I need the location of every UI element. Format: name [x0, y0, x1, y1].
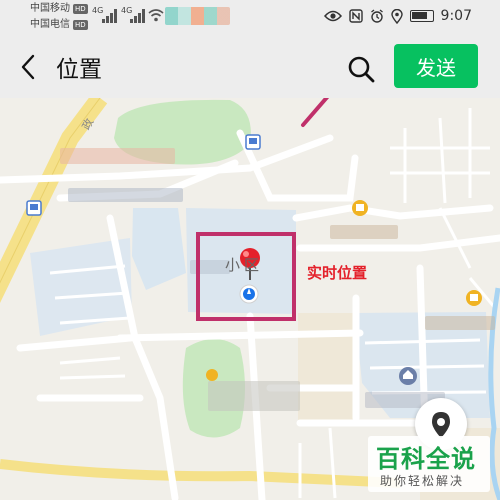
status-bar: 中国移动 HD 中国电信 HD 4G 4G 9:07 — [0, 0, 500, 36]
carrier-2: 中国电信 HD — [30, 19, 88, 31]
signal-icon — [102, 9, 117, 23]
area-label-2: 区 — [244, 256, 260, 274]
watermark-subtitle: 助你轻松解决 — [380, 474, 465, 488]
hd-badge: HD — [73, 4, 88, 14]
chevron-left-icon — [21, 54, 35, 80]
location-status-icon — [390, 8, 403, 24]
carrier-1: 中国移动 HD — [30, 3, 88, 15]
residential-area — [132, 208, 186, 290]
carrier-1-name: 中国移动 — [30, 3, 70, 14]
search-icon — [348, 56, 375, 83]
eye-icon — [323, 10, 342, 22]
poi-icon-2 — [466, 290, 482, 306]
back-button[interactable] — [14, 50, 44, 84]
alarm-icon — [370, 9, 383, 23]
area-label-1: 小 — [225, 256, 241, 274]
nfc-icon — [348, 9, 363, 23]
nav-bar: 位置 发送 — [0, 36, 500, 98]
carrier-2-name: 中国电信 — [30, 19, 70, 30]
area-label: 小区 — [225, 254, 259, 275]
watermark: 百科全说 助你轻松解决 — [368, 436, 490, 492]
main-road-2 — [0, 459, 401, 488]
clock: 9:07 — [440, 8, 472, 24]
blurred-status-icons — [165, 7, 230, 25]
poi-icon-3 — [206, 369, 218, 381]
bus-stop-icon — [245, 134, 261, 150]
watermark-title: 百科全说 — [376, 445, 476, 473]
block — [298, 313, 356, 423]
poi-icon — [352, 200, 368, 216]
current-location-icon — [239, 284, 259, 304]
search-button[interactable] — [344, 52, 378, 86]
battery-icon — [409, 10, 434, 22]
status-right: 9:07 — [323, 8, 472, 24]
home-poi-icon — [399, 367, 417, 385]
annotation-arrow — [301, 98, 330, 127]
bus-stop-icon-2 — [26, 200, 42, 216]
signal-icon-2 — [130, 9, 145, 23]
realtime-location-label: 实时位置 — [307, 264, 368, 282]
send-button[interactable]: 发送 — [394, 44, 478, 88]
hd-badge: HD — [73, 20, 88, 30]
page-title: 位置 — [56, 57, 102, 83]
wifi-icon — [148, 9, 164, 22]
